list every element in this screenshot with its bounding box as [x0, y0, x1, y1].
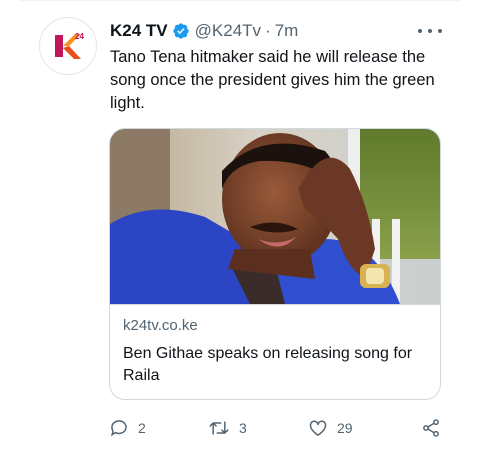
retweet-icon	[209, 421, 229, 435]
tweet-header: K24 TV @K24Tv · 7m	[110, 20, 444, 42]
more-icon[interactable]	[418, 24, 442, 38]
link-card[interactable]: k24tv.co.ke Ben Githae speaks on releasi…	[109, 128, 441, 400]
card-image	[110, 129, 440, 304]
like-button[interactable]: 29	[308, 418, 421, 438]
card-meta: k24tv.co.ke Ben Githae speaks on releasi…	[110, 304, 440, 399]
retweet-count: 3	[239, 420, 247, 436]
like-count: 29	[337, 420, 353, 436]
share-icon	[423, 419, 439, 437]
tweet-text: Tano Tena hitmaker said he will release …	[110, 48, 435, 112]
logo-sup: 24	[75, 32, 84, 41]
card-title: Ben Githae speaks on releasing song for …	[123, 345, 413, 384]
avatar[interactable]: 24	[39, 17, 97, 75]
tweet-actions: 2 3 29	[109, 417, 444, 439]
card-domain: k24tv.co.ke	[123, 317, 198, 334]
reply-button[interactable]: 2	[109, 418, 208, 438]
k24-logo: 24	[55, 32, 84, 59]
reply-count: 2	[138, 420, 146, 436]
retweet-button[interactable]: 3	[208, 418, 308, 438]
verified-badge-icon	[172, 22, 190, 40]
tweet-time[interactable]: 7m	[275, 21, 299, 41]
top-divider	[20, 0, 460, 1]
reply-icon	[111, 420, 127, 437]
author-handle[interactable]: @K24Tv	[195, 21, 261, 41]
like-icon	[309, 420, 327, 436]
share-button[interactable]	[421, 418, 441, 438]
author-name[interactable]: K24 TV	[110, 21, 168, 41]
separator-dot: ·	[265, 21, 271, 40]
